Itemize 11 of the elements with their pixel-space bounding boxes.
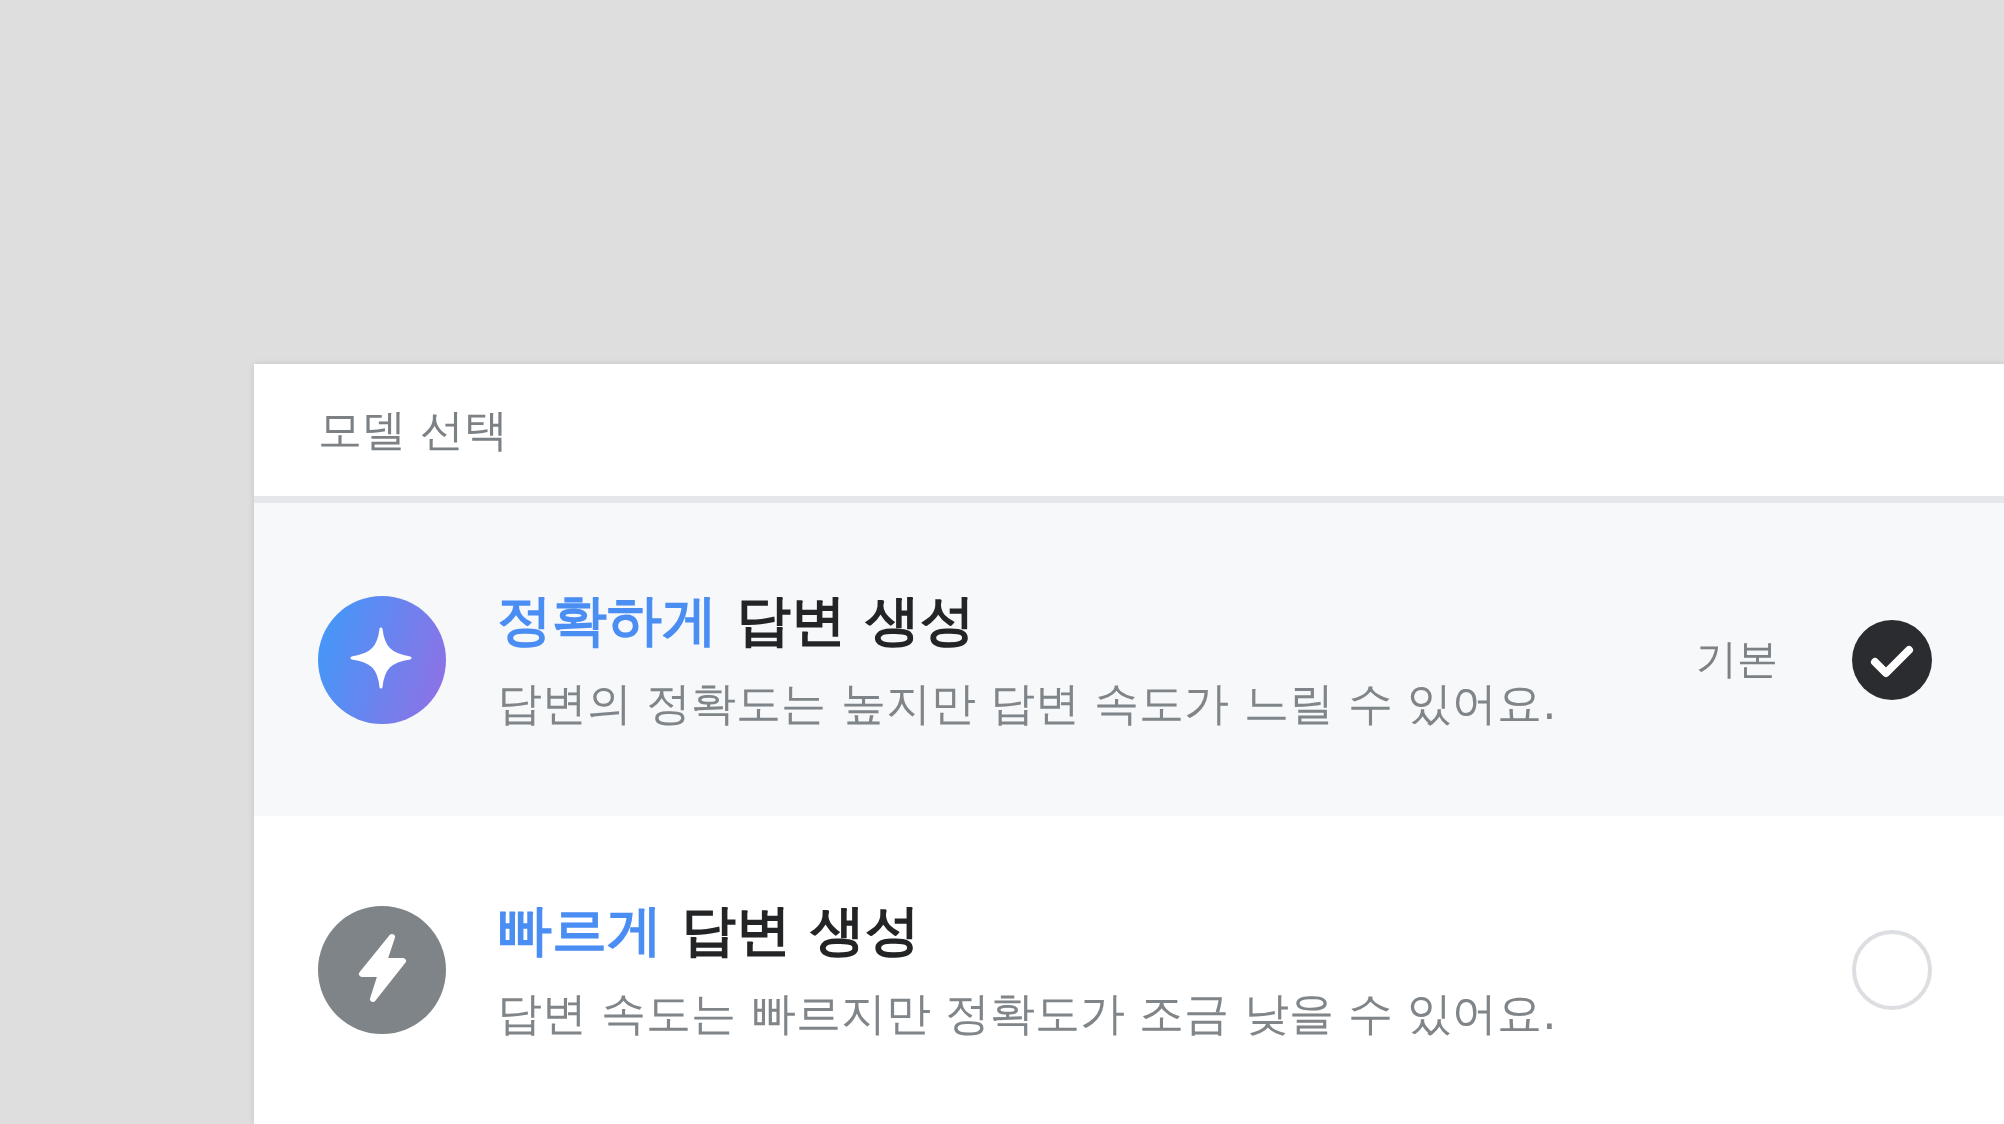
sparkle-icon (318, 595, 446, 724)
option-title: 정확하게 답변 생성 (497, 586, 976, 653)
option-title: 빠르게 답변 생성 (497, 897, 921, 963)
model-option[interactable]: 정확하게 답변 생성 답변의 정확도는 높지만 답변 속도가 느릴 수 있어요. 기본 (254, 503, 2004, 816)
panel-title: 모델 선택 (318, 403, 508, 457)
model-option[interactable]: 빠르게 답변 생성 답변 속도는 빠르지만 정확도가 조금 낮을 수 있어요. (254, 816, 2004, 1124)
option-description: 답변의 정확도는 높지만 답변 속도가 느릴 수 있어요. (497, 675, 1557, 732)
lightning-bolt-icon (318, 906, 446, 1034)
checkmark-icon (1870, 644, 1914, 679)
default-label: 기본 (1696, 634, 1778, 685)
option-description: 답변 속도는 빠르지만 정확도가 조금 낮을 수 있어요. (497, 986, 1557, 1042)
